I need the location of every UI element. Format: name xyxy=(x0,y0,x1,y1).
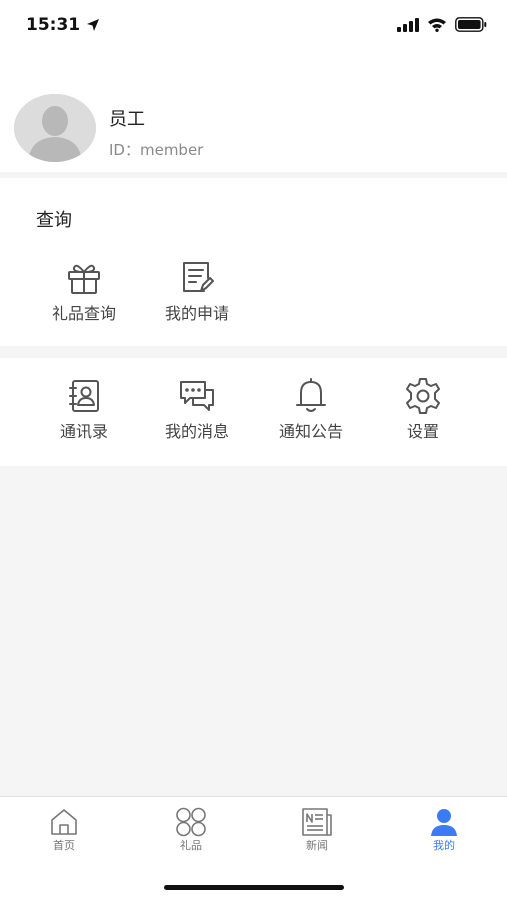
query-section: 查询 礼品查询 我的申请 xyxy=(0,178,507,346)
home-indicator xyxy=(164,885,344,890)
contacts-book-icon xyxy=(69,380,99,412)
my-messages-label: 我的消息 xyxy=(164,422,229,441)
my-application-label: 我的申请 xyxy=(164,304,229,323)
home-icon xyxy=(51,809,77,835)
battery-icon xyxy=(455,17,487,32)
tab-news-label: 新闻 xyxy=(306,839,328,852)
location-arrow-icon xyxy=(87,19,100,31)
tab-gifts-label: 礼品 xyxy=(180,839,202,852)
settings-button[interactable]: 设置 xyxy=(368,376,478,442)
section-divider xyxy=(0,346,507,358)
newspaper-icon xyxy=(302,808,332,836)
tab-home[interactable]: 首页 xyxy=(14,807,114,853)
my-application-button[interactable]: 我的申请 xyxy=(142,258,252,324)
contacts-button[interactable]: 通讯录 xyxy=(29,376,139,442)
gift-query-label: 礼品查询 xyxy=(51,304,116,323)
profile-header[interactable]: 员工 ID：member xyxy=(0,52,507,172)
bell-icon xyxy=(296,378,326,412)
settings-label: 设置 xyxy=(406,422,439,441)
gift-icon xyxy=(68,264,100,294)
user-name: 员工 xyxy=(109,109,145,130)
tab-home-label: 首页 xyxy=(53,839,75,852)
cellular-signal-icon xyxy=(397,17,419,32)
tab-gifts[interactable]: 礼品 xyxy=(141,807,241,853)
tab-mine-label: 我的 xyxy=(433,839,455,852)
gear-icon xyxy=(406,378,440,414)
status-time: 15:31 xyxy=(26,15,100,35)
tools-section: 通讯录 我的消息 通知公告 设置 xyxy=(0,358,507,466)
person-icon xyxy=(431,809,457,836)
status-indicators xyxy=(397,17,487,32)
tab-news[interactable]: 新闻 xyxy=(267,807,367,853)
query-section-title: 查询 xyxy=(36,210,72,231)
tab-mine[interactable]: 我的 xyxy=(394,807,494,853)
profile-page: 15:31 员工 ID：member 查询 礼品查询 我的申请 通讯录 我的消息… xyxy=(0,0,507,900)
status-time-text: 15:31 xyxy=(26,15,81,35)
status-bar: 15:31 xyxy=(0,0,507,52)
avatar[interactable] xyxy=(14,94,96,162)
user-id: ID：member xyxy=(109,141,204,159)
my-messages-button[interactable]: 我的消息 xyxy=(142,376,252,442)
announcements-button[interactable]: 通知公告 xyxy=(256,376,366,442)
four-circles-icon xyxy=(176,807,206,837)
chat-bubbles-icon xyxy=(180,381,214,411)
default-avatar-icon xyxy=(14,94,96,162)
announcements-label: 通知公告 xyxy=(278,422,343,441)
contacts-label: 通讯录 xyxy=(59,422,108,441)
gift-query-button[interactable]: 礼品查询 xyxy=(29,258,139,324)
application-form-icon xyxy=(183,262,214,292)
wifi-icon xyxy=(428,18,446,32)
